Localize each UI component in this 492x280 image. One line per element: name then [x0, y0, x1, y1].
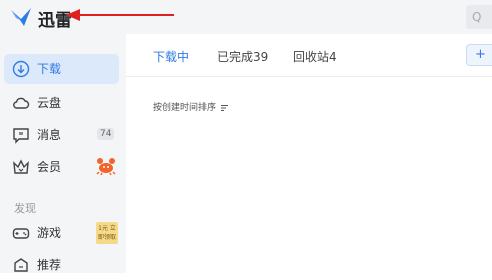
tab-recycle-bin[interactable]: 回收站4 [293, 48, 337, 65]
sidebar-item-games[interactable]: 游戏 1元 立即领取 [4, 218, 119, 248]
search-box[interactable]: Q [466, 5, 492, 29]
sidebar-item-download[interactable]: 下载 [4, 54, 119, 84]
xunlei-logo-icon [11, 8, 31, 26]
crown-icon [13, 159, 29, 174]
title-bar: 迅雷 Q [0, 0, 492, 34]
sidebar-item-label: 推荐 [37, 258, 62, 272]
cloud-icon [13, 97, 30, 109]
gamepad-icon [12, 228, 30, 239]
sidebar-item-label: 云盘 [37, 96, 62, 110]
sidebar-item-label: 会员 [37, 160, 62, 174]
sidebar-item-vip[interactable]: 会员 [4, 152, 119, 182]
recommend-icon [14, 258, 28, 272]
sidebar-item-recommend[interactable]: 推荐 [4, 250, 119, 280]
download-tabs: 下载中 已完成39 回收站4 + [126, 34, 492, 77]
download-circle-icon [12, 60, 30, 78]
sidebar-item-label: 下载 [37, 62, 62, 76]
game-promo-card[interactable]: 1元 立即领取 [96, 222, 118, 244]
section-title-discover: 发现 [14, 202, 36, 215]
sort-lines-icon [220, 104, 228, 111]
message-count-badge: 74 [97, 128, 115, 140]
sidebar-item-label: 游戏 [37, 226, 62, 240]
message-icon [13, 128, 29, 144]
tab-completed[interactable]: 已完成39 [217, 48, 268, 65]
crab-mascot-icon [96, 158, 116, 175]
sidebar-item-label: 消息 [37, 128, 62, 142]
main-panel: 下载中 已完成39 回收站4 + 按创建时间排序 [126, 34, 492, 273]
sidebar-item-cloud[interactable]: 云盘 [4, 88, 119, 118]
tab-downloading[interactable]: 下载中 [153, 48, 189, 65]
sort-control[interactable]: 按创建时间排序 [153, 100, 229, 113]
sidebar: 下载 云盘 消息 74 会员 发现 游戏 1元 立即领取 推荐 [0, 34, 126, 273]
sort-label: 按创建时间排序 [153, 103, 217, 113]
red-arrow-annotation [66, 9, 174, 21]
sidebar-item-messages[interactable]: 消息 74 [4, 120, 119, 150]
new-task-button[interactable]: + [466, 44, 492, 66]
